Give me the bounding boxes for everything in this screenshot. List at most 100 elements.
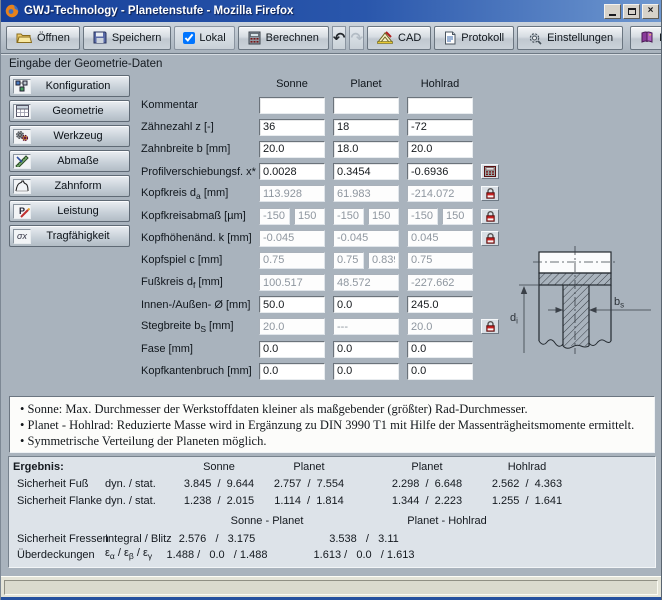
fusskreis-hohlrad-value bbox=[407, 274, 473, 291]
settings-button[interactable]: Einstellungen bbox=[517, 26, 623, 50]
save-label: Speichern bbox=[112, 32, 162, 44]
sidebar-item-leistung[interactable]: P Leistung bbox=[9, 200, 130, 222]
tolerances-icon bbox=[13, 154, 31, 169]
profilverschiebung-planet-input[interactable] bbox=[333, 163, 399, 180]
zaehnezahl-planet-input[interactable] bbox=[333, 119, 399, 136]
protocol-label: Protokoll bbox=[461, 32, 504, 44]
save-button[interactable]: Speichern bbox=[83, 26, 172, 50]
stegbreite-planet-value bbox=[333, 318, 399, 335]
fusskreis-label: Fußkreis df [mm] bbox=[141, 276, 259, 290]
zaehnezahl-sonne-input[interactable] bbox=[259, 119, 325, 136]
kopfkantenbruch-label: Kopfkantenbruch [mm] bbox=[141, 365, 259, 377]
innen-aussen-label: Innen-/Außen- Ø [mm] bbox=[141, 299, 259, 311]
fusskreis-sonne-value bbox=[259, 274, 325, 291]
firefox-icon bbox=[5, 4, 19, 18]
tooth-form-icon bbox=[13, 179, 31, 194]
kommentar-hohlrad-input[interactable] bbox=[407, 97, 473, 114]
minimize-button[interactable] bbox=[604, 4, 621, 19]
sidebar-item-werkzeug[interactable]: Werkzeug bbox=[9, 125, 130, 147]
status-strip bbox=[1, 576, 662, 597]
sidebar-item-label: Werkzeug bbox=[31, 130, 129, 142]
document-icon bbox=[444, 31, 456, 45]
flank-safety-value: 1.255 / 1.641 bbox=[482, 495, 572, 507]
gear-section-drawing: di bs bbox=[504, 222, 659, 365]
results-pair-header-sonne-planet: Sonne - Planet bbox=[197, 515, 337, 527]
settings-label: Einstellungen bbox=[547, 32, 613, 44]
sidebar-item-zahnform[interactable]: Zahnform bbox=[9, 175, 130, 197]
window-title: GWJ-Technology - Planetenstufe - Mozilla… bbox=[24, 5, 602, 17]
sidebar-item-tragfaehigkeit[interactable]: σx Tragfähigkeit bbox=[9, 225, 130, 247]
kopfspiel-planet-value1 bbox=[333, 252, 364, 269]
app-window: GWJ-Technology - Planetenstufe - Mozilla… bbox=[0, 0, 662, 600]
help-book-icon bbox=[640, 31, 654, 44]
column-header-hohlrad: Hohlrad bbox=[407, 78, 473, 90]
sidebar-item-label: Leistung bbox=[31, 205, 129, 217]
note-item: • Symmetrische Verteilung der Planeten m… bbox=[20, 433, 644, 449]
load-capacity-icon: σx bbox=[13, 229, 31, 244]
sidebar-item-label: Tragfähigkeit bbox=[31, 230, 129, 242]
note-item: • Planet - Hohlrad: Reduzierte Masse wir… bbox=[20, 417, 644, 433]
sidebar-item-geometrie[interactable]: Geometrie bbox=[9, 100, 130, 122]
fase-planet-input[interactable] bbox=[333, 341, 399, 358]
stegbreite-lock-button[interactable] bbox=[481, 319, 499, 334]
kopfkreisabmass-sonne-min bbox=[259, 208, 290, 225]
close-button[interactable]: × bbox=[642, 4, 659, 19]
calculate-label: Berechnen bbox=[266, 32, 319, 44]
lock-icon bbox=[485, 188, 496, 199]
innen-aussen-planet-input[interactable] bbox=[333, 296, 399, 313]
flank-safety-sub: dyn. / stat. bbox=[105, 495, 156, 507]
fase-sonne-input[interactable] bbox=[259, 341, 325, 358]
maximize-button[interactable] bbox=[623, 4, 640, 19]
foot-safety-label: Sicherheit Fuß bbox=[17, 478, 89, 490]
profilverschiebung-calc-button[interactable] bbox=[481, 164, 499, 179]
kopfkreis-sonne-value bbox=[259, 185, 325, 202]
profilverschiebung-hohlrad-input[interactable] bbox=[407, 163, 473, 180]
lock-icon bbox=[485, 233, 496, 244]
foot-safety-sub: dyn. / stat. bbox=[105, 478, 156, 490]
svg-text:di: di bbox=[510, 312, 518, 326]
page-title: Eingabe der Geometrie-Daten bbox=[9, 58, 162, 70]
zahnbreite-sonne-input[interactable] bbox=[259, 141, 325, 158]
open-button[interactable]: Öffnen bbox=[6, 26, 80, 50]
sidebar-item-abmasse[interactable]: Abmaße bbox=[9, 150, 130, 172]
kopfhoehenaend-lock-button[interactable] bbox=[481, 231, 499, 246]
tool-gears-icon bbox=[13, 129, 31, 144]
lock-icon bbox=[485, 211, 496, 222]
kommentar-planet-input[interactable] bbox=[333, 97, 399, 114]
redo-button[interactable]: ↷ bbox=[349, 26, 364, 50]
flank-safety-label: Sicherheit Flanke bbox=[17, 495, 102, 507]
zaehnezahl-hohlrad-input[interactable] bbox=[407, 119, 473, 136]
sidebar-item-label: Konfiguration bbox=[31, 80, 129, 92]
results-title: Ergebnis: bbox=[13, 461, 64, 473]
innen-aussen-hohlrad-input[interactable] bbox=[407, 296, 473, 313]
protocol-button[interactable]: Protokoll bbox=[434, 26, 514, 50]
local-toggle[interactable]: Lokal bbox=[174, 26, 234, 50]
flank-safety-value: 1.114 / 1.814 bbox=[264, 495, 354, 507]
local-label: Lokal bbox=[199, 32, 225, 44]
kopfkreis-lock-button[interactable] bbox=[481, 186, 499, 201]
innen-aussen-sonne-input[interactable] bbox=[259, 296, 325, 313]
zahnbreite-hohlrad-input[interactable] bbox=[407, 141, 473, 158]
kopfkantenbruch-planet-input[interactable] bbox=[333, 363, 399, 380]
kopfkreis-hohlrad-value bbox=[407, 185, 473, 202]
kopfkantenbruch-hohlrad-input[interactable] bbox=[407, 363, 473, 380]
stegbreite-hohlrad-value bbox=[407, 318, 473, 335]
kopfkantenbruch-sonne-input[interactable] bbox=[259, 363, 325, 380]
profilverschiebung-sonne-input[interactable] bbox=[259, 163, 325, 180]
profilverschiebung-label: Profilverschiebungsf. x* [-] bbox=[141, 166, 259, 178]
kopfspiel-planet-value2 bbox=[368, 252, 399, 269]
cad-label: CAD bbox=[398, 32, 421, 44]
local-checkbox[interactable] bbox=[183, 32, 195, 44]
sidebar-item-konfiguration[interactable]: Konfiguration bbox=[9, 75, 130, 97]
help-button[interactable]: Hilfe bbox=[630, 26, 662, 50]
fase-hohlrad-input[interactable] bbox=[407, 341, 473, 358]
kopfkreisabmass-lock-button[interactable] bbox=[481, 209, 499, 224]
cad-button[interactable]: CAD bbox=[367, 26, 431, 50]
sidebar-item-label: Zahnform bbox=[31, 180, 129, 192]
calculate-button[interactable]: Berechnen bbox=[238, 26, 329, 50]
column-header-sonne: Sonne bbox=[259, 78, 325, 90]
kommentar-sonne-input[interactable] bbox=[259, 97, 325, 114]
zahnbreite-planet-input[interactable] bbox=[333, 141, 399, 158]
undo-button[interactable]: ↶ bbox=[332, 26, 347, 50]
cad-drawing-icon bbox=[377, 31, 393, 44]
